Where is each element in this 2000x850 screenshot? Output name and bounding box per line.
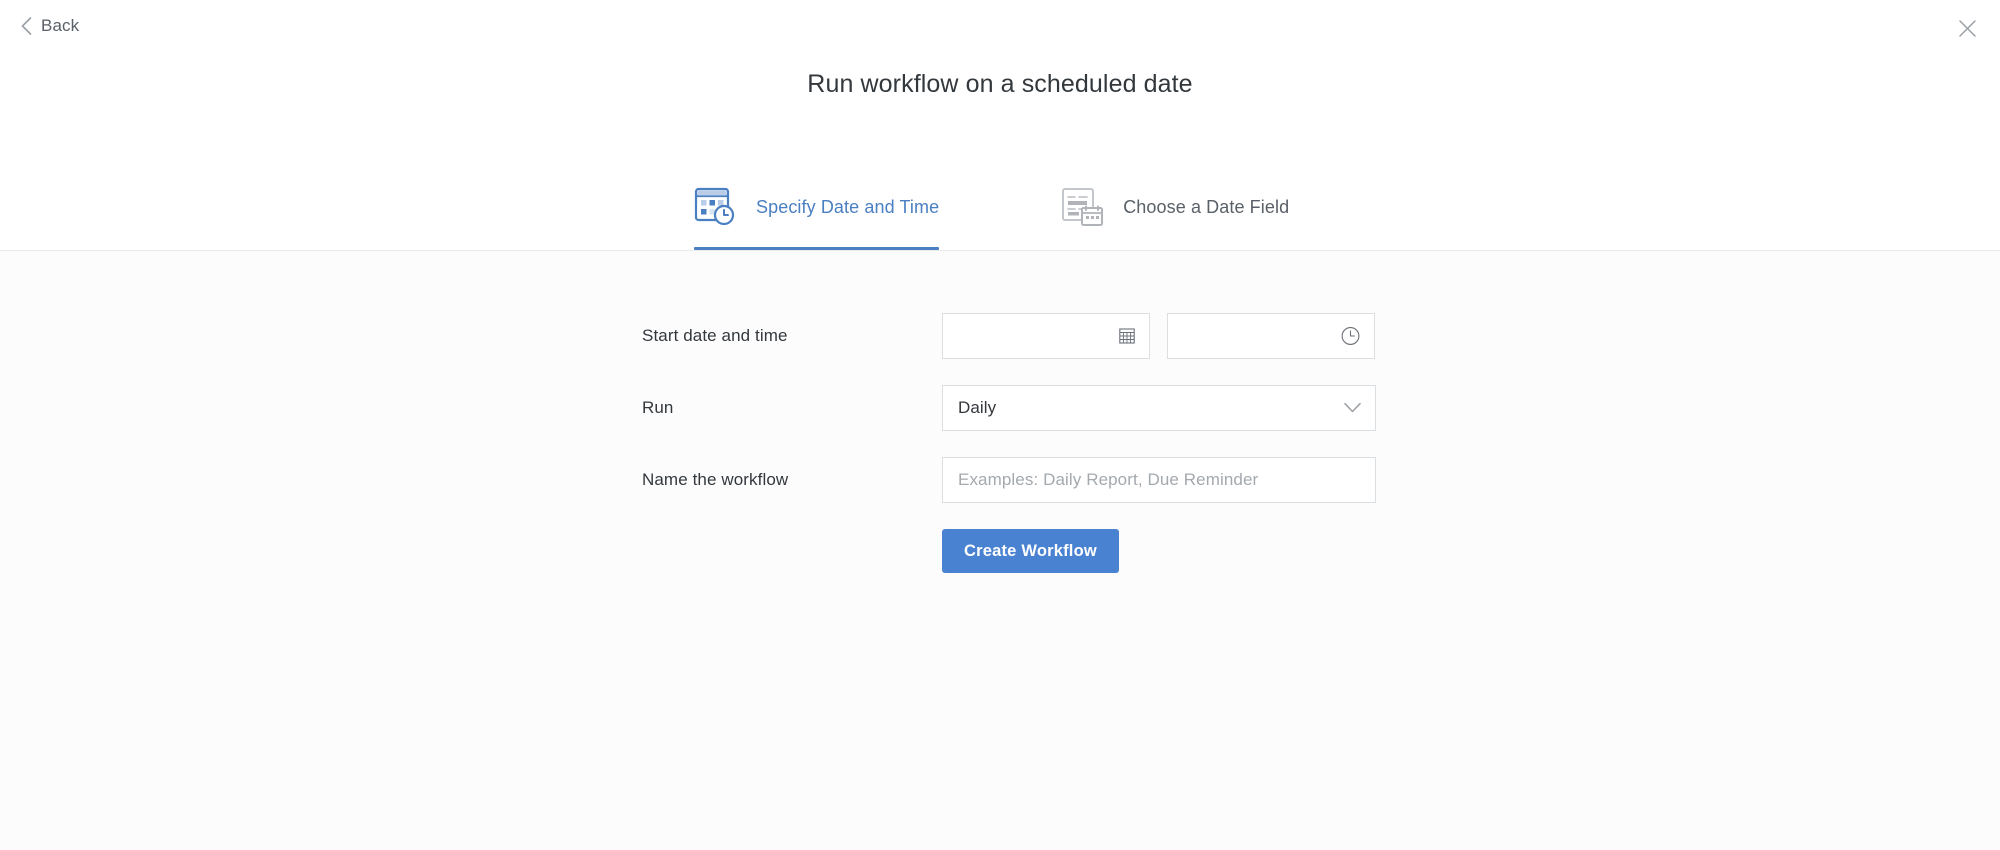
field-label: Run <box>642 398 674 417</box>
active-tab-indicator <box>694 247 940 250</box>
calendar-icon[interactable] <box>1119 328 1135 345</box>
close-icon <box>1958 19 1977 43</box>
workflow-name-group: Examples: Daily Report, Due Reminder <box>942 457 1376 503</box>
tab-label: Choose a Date Field <box>1123 196 1290 217</box>
dialog-body: Start date and time Run Daily Name the w… <box>0 251 2000 850</box>
actions-spacer <box>642 529 942 573</box>
field-label: Start date and time <box>642 326 788 345</box>
run-frequency-group: Daily <box>942 385 1376 431</box>
page-title: Run workflow on a scheduled date <box>807 70 1193 98</box>
form-calendar-icon <box>1061 186 1105 228</box>
form-row-name-the-workflow: Name the workflow Examples: Daily Report… <box>642 457 1402 503</box>
tab-choose-a-date-field[interactable]: Choose a Date Field <box>1061 186 1289 250</box>
form-row-start-date-and-time: Start date and time <box>642 313 1402 359</box>
back-label: Back <box>41 16 80 35</box>
start-date-input[interactable] <box>942 313 1150 359</box>
schedule-form: Start date and time Run Daily Name the w… <box>642 313 1402 573</box>
workflow-name-placeholder: Examples: Daily Report, Due Reminder <box>958 470 1259 489</box>
chevron-left-icon <box>21 17 32 35</box>
workflow-name-input[interactable]: Examples: Daily Report, Due Reminder <box>942 457 1376 503</box>
tab-specify-date-and-time[interactable]: Specify Date and Time <box>694 186 940 250</box>
tab-bar: Specify Date and Time Choose a Date Fiel… <box>694 186 1289 250</box>
form-actions: Create Workflow <box>642 529 1402 573</box>
run-frequency-value: Daily <box>958 398 997 417</box>
back-button[interactable]: Back <box>13 12 87 40</box>
chevron-down-icon[interactable] <box>1344 402 1361 414</box>
clock-icon[interactable] <box>1341 327 1360 346</box>
run-frequency-select[interactable]: Daily <box>942 385 1376 431</box>
calendar-clock-icon <box>694 186 738 228</box>
start-time-input[interactable] <box>1167 313 1375 359</box>
close-button[interactable] <box>1952 16 1982 46</box>
field-label: Name the workflow <box>642 470 789 489</box>
form-row-run: Run Daily <box>642 385 1402 431</box>
start-datetime-group <box>942 313 1375 359</box>
tab-label: Specify Date and Time <box>756 196 940 217</box>
dialog-header: Back Run workflow on a scheduled date Sp… <box>0 0 2000 251</box>
create-workflow-button[interactable]: Create Workflow <box>942 529 1119 573</box>
